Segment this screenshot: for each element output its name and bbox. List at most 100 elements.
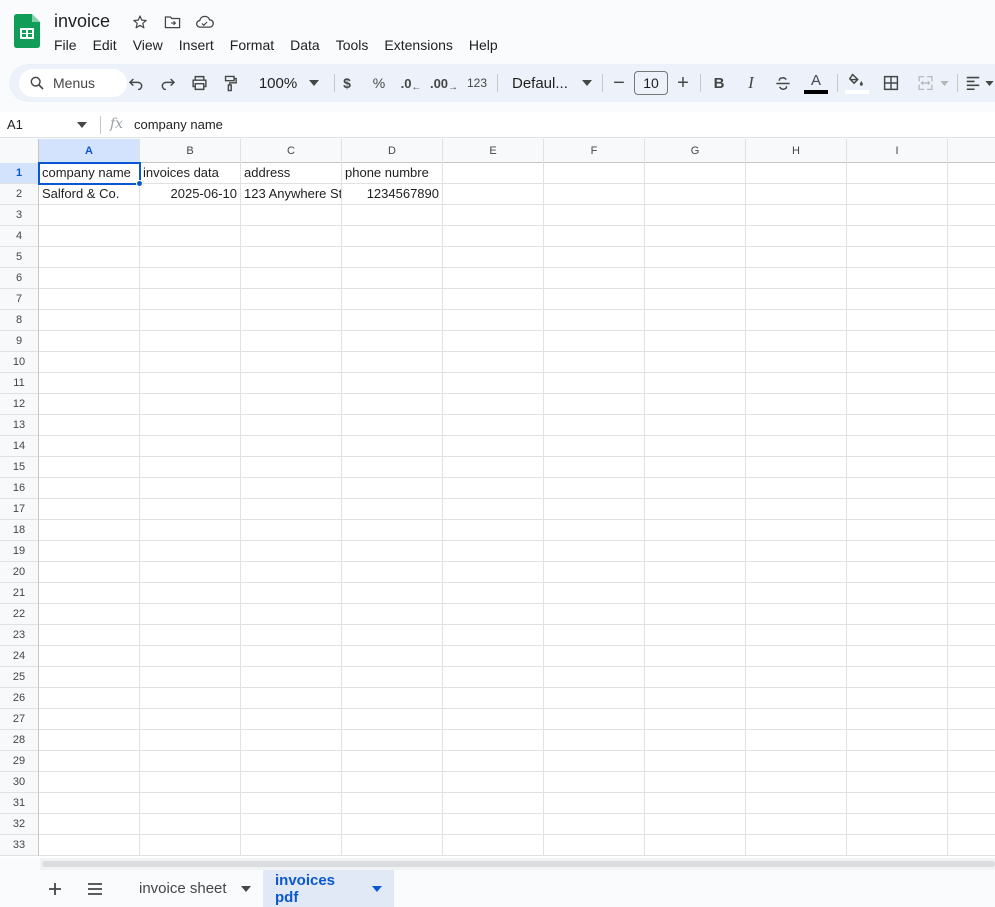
cell-a18[interactable]	[39, 520, 140, 541]
sheet-tab-invoice-sheet[interactable]: invoice sheet	[127, 870, 263, 907]
borders-button[interactable]	[880, 64, 902, 102]
cell-e30[interactable]	[443, 772, 544, 793]
cell-i15[interactable]	[847, 457, 948, 478]
cell-d22[interactable]	[342, 604, 443, 625]
cell-e13[interactable]	[443, 415, 544, 436]
cell-f23[interactable]	[544, 625, 645, 646]
cell-i11[interactable]	[847, 373, 948, 394]
paint-format-button[interactable]	[220, 64, 240, 102]
search-menus-input[interactable]: Menus	[19, 69, 127, 97]
cell-d25[interactable]	[342, 667, 443, 688]
cell-b23[interactable]	[140, 625, 241, 646]
column-header-a[interactable]: A	[39, 139, 140, 163]
row-header-9[interactable]: 9	[0, 331, 39, 352]
cell-e15[interactable]	[443, 457, 544, 478]
cell-f14[interactable]	[544, 436, 645, 457]
row-header-18[interactable]: 18	[0, 520, 39, 541]
cell-f27[interactable]	[544, 709, 645, 730]
cell-b11[interactable]	[140, 373, 241, 394]
cell-h20[interactable]	[746, 562, 847, 583]
cell-b7[interactable]	[140, 289, 241, 310]
cell-d14[interactable]	[342, 436, 443, 457]
cell-g2[interactable]	[645, 184, 746, 205]
cell-c29[interactable]	[241, 751, 342, 772]
row-header-33[interactable]: 33	[0, 835, 39, 856]
cell-g31[interactable]	[645, 793, 746, 814]
cell-e14[interactable]	[443, 436, 544, 457]
cell-c1[interactable]: address	[241, 163, 342, 184]
cell-i8[interactable]	[847, 310, 948, 331]
cell-b1[interactable]: invoices data	[140, 163, 241, 184]
row-header-21[interactable]: 21	[0, 583, 39, 604]
cell-b2[interactable]: 2025-06-10	[140, 184, 241, 205]
cell-e26[interactable]	[443, 688, 544, 709]
cell-c14[interactable]	[241, 436, 342, 457]
cell-b26[interactable]	[140, 688, 241, 709]
cell-i26[interactable]	[847, 688, 948, 709]
cell-i18[interactable]	[847, 520, 948, 541]
cell-i33[interactable]	[847, 835, 948, 856]
cell-b25[interactable]	[140, 667, 241, 688]
row-header-25[interactable]: 25	[0, 667, 39, 688]
cell-e19[interactable]	[443, 541, 544, 562]
scrollbar-thumb[interactable]	[42, 861, 995, 867]
cell-b18[interactable]	[140, 520, 241, 541]
cell-j19[interactable]	[948, 541, 995, 562]
cell-j29[interactable]	[948, 751, 995, 772]
cell-c6[interactable]	[241, 268, 342, 289]
cell-b22[interactable]	[140, 604, 241, 625]
row-header-31[interactable]: 31	[0, 793, 39, 814]
cell-e31[interactable]	[443, 793, 544, 814]
cell-g14[interactable]	[645, 436, 746, 457]
cell-g27[interactable]	[645, 709, 746, 730]
cloud-status-icon[interactable]	[194, 12, 214, 32]
cell-j30[interactable]	[948, 772, 995, 793]
horizontal-align-button[interactable]	[963, 64, 995, 102]
star-icon[interactable]	[130, 12, 150, 32]
cell-f3[interactable]	[544, 205, 645, 226]
cell-j23[interactable]	[948, 625, 995, 646]
cell-c9[interactable]	[241, 331, 342, 352]
cell-j28[interactable]	[948, 730, 995, 751]
row-header-28[interactable]: 28	[0, 730, 39, 751]
cell-j5[interactable]	[948, 247, 995, 268]
cell-g11[interactable]	[645, 373, 746, 394]
cell-i9[interactable]	[847, 331, 948, 352]
cell-d2[interactable]: 1234567890	[342, 184, 443, 205]
cell-j11[interactable]	[948, 373, 995, 394]
cell-c28[interactable]	[241, 730, 342, 751]
cell-f16[interactable]	[544, 478, 645, 499]
strikethrough-button[interactable]	[773, 64, 793, 102]
cell-f29[interactable]	[544, 751, 645, 772]
cell-b13[interactable]	[140, 415, 241, 436]
cell-e6[interactable]	[443, 268, 544, 289]
cell-g28[interactable]	[645, 730, 746, 751]
menu-data[interactable]: Data	[282, 35, 328, 55]
cell-d30[interactable]	[342, 772, 443, 793]
cell-c27[interactable]	[241, 709, 342, 730]
cell-a9[interactable]	[39, 331, 140, 352]
cell-a22[interactable]	[39, 604, 140, 625]
cell-e22[interactable]	[443, 604, 544, 625]
cell-d4[interactable]	[342, 226, 443, 247]
add-sheet-button[interactable]	[44, 878, 66, 900]
cell-d6[interactable]	[342, 268, 443, 289]
cell-a4[interactable]	[39, 226, 140, 247]
cell-i27[interactable]	[847, 709, 948, 730]
cell-g6[interactable]	[645, 268, 746, 289]
cell-c31[interactable]	[241, 793, 342, 814]
cell-g10[interactable]	[645, 352, 746, 373]
cell-e2[interactable]	[443, 184, 544, 205]
formula-input[interactable]: company name	[134, 117, 223, 132]
cell-i16[interactable]	[847, 478, 948, 499]
cell-g7[interactable]	[645, 289, 746, 310]
cell-g25[interactable]	[645, 667, 746, 688]
decrease-font-size-button[interactable]: −	[609, 64, 629, 102]
cell-e32[interactable]	[443, 814, 544, 835]
row-header-7[interactable]: 7	[0, 289, 39, 310]
cell-g5[interactable]	[645, 247, 746, 268]
cell-a3[interactable]	[39, 205, 140, 226]
increase-font-size-button[interactable]: +	[673, 64, 693, 102]
sheets-logo-icon[interactable]	[14, 14, 40, 48]
row-header-16[interactable]: 16	[0, 478, 39, 499]
